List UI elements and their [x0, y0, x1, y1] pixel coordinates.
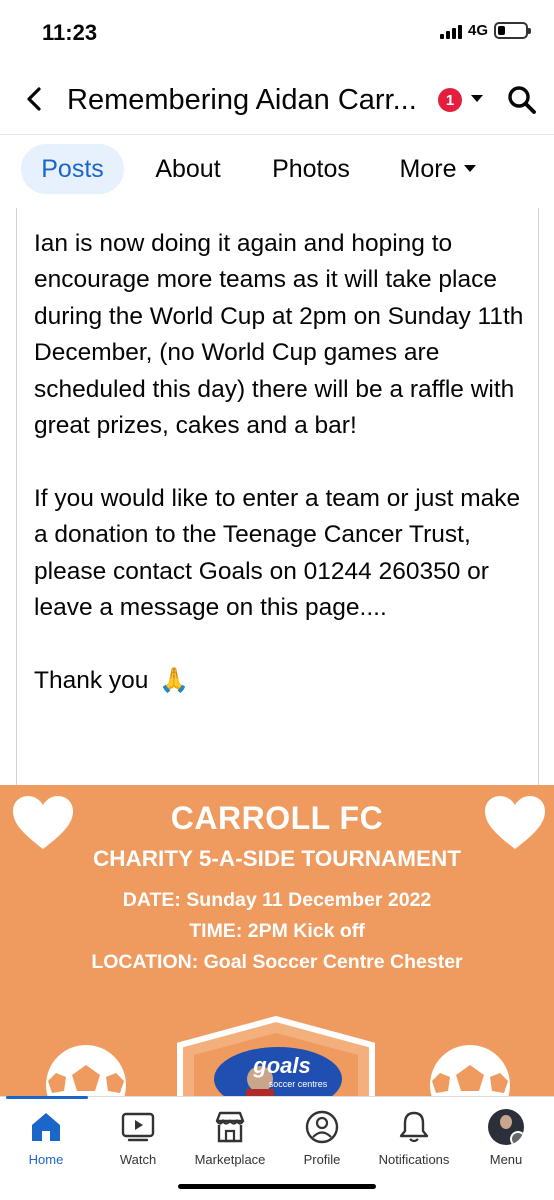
search-icon[interactable] — [506, 84, 538, 116]
goals-logo-icon: goals soccer centres — [214, 1047, 342, 1097]
status-bar: 11:23 4G — [0, 0, 554, 66]
status-time: 11:23 — [42, 20, 98, 45]
network-type: 4G — [467, 22, 488, 39]
nav-menu[interactable]: Menu — [460, 1109, 552, 1167]
header-divider — [0, 134, 554, 135]
active-tab-indicator — [6, 1096, 88, 1099]
status-indicators: 4G — [439, 22, 531, 39]
flyer-subtitle: CHARITY 5-A-SIDE TOURNAMENT — [93, 846, 461, 871]
nav-profile[interactable]: Profile — [276, 1109, 368, 1167]
nav-label: Home — [28, 1152, 64, 1167]
post-card: Ian is now doing it again and hoping to … — [16, 208, 539, 788]
logo-subtext: soccer centres — [269, 1079, 328, 1089]
profile-icon — [305, 1110, 339, 1144]
signal-icon — [439, 23, 462, 39]
flyer-date: DATE: Sunday 11 December 2022 — [122, 889, 432, 911]
back-icon[interactable] — [20, 84, 50, 114]
tab-more[interactable]: More — [390, 144, 486, 194]
tab-about[interactable]: About — [140, 144, 236, 194]
nav-home[interactable]: Home — [0, 1109, 92, 1167]
nav-label: Profile — [303, 1152, 341, 1167]
flyer-location: LOCATION: Goal Soccer Centre Chester — [91, 951, 463, 973]
watch-icon — [121, 1112, 155, 1142]
post-paragraph: Thank you — [34, 666, 149, 694]
nav-label: Marketplace — [194, 1152, 266, 1167]
post-image-flyer[interactable]: CARROLL FC CHARITY 5-A-SIDE TOURNAMENT D… — [0, 785, 554, 1097]
nav-watch[interactable]: Watch — [92, 1109, 184, 1167]
post-paragraph: Ian is now doing it again and hoping to … — [34, 230, 524, 440]
football-icon — [46, 1045, 126, 1097]
nav-marketplace[interactable]: Marketplace — [184, 1109, 276, 1167]
football-icon — [430, 1045, 510, 1097]
battery-level — [498, 26, 505, 35]
caret-down-icon[interactable] — [470, 94, 484, 104]
post-thanks: Thank you 🙏 — [34, 663, 529, 699]
battery-icon — [494, 22, 531, 39]
flyer-title: CARROLL FC — [170, 800, 384, 836]
home-icon — [32, 1113, 60, 1141]
tab-more-label: More — [399, 154, 457, 183]
avatar-menu-icon — [488, 1109, 524, 1145]
caret-down-icon — [464, 165, 477, 172]
nav-label: Notifications — [378, 1152, 450, 1167]
logo-text: goals — [252, 1053, 310, 1078]
nav-notifications[interactable]: Notifications — [368, 1109, 460, 1167]
pray-emoji-icon: 🙏 — [159, 666, 190, 694]
post-paragraph: If you would like to enter a team or jus… — [34, 484, 521, 622]
nav-label: Menu — [489, 1152, 523, 1167]
tab-photos[interactable]: Photos — [258, 144, 364, 194]
page-tabs: Posts About Photos More — [0, 144, 554, 196]
tab-posts[interactable]: Posts — [21, 144, 124, 194]
post-text: Ian is now doing it again and hoping to … — [34, 226, 529, 699]
nav-label: Watch — [119, 1152, 157, 1167]
notification-badge[interactable]: 1 — [438, 88, 462, 112]
home-indicator[interactable] — [178, 1184, 376, 1189]
flyer-time: TIME: 2PM Kick off — [189, 920, 365, 942]
bell-icon — [399, 1111, 429, 1143]
page-header: Remembering Aidan Carr... 1 — [0, 70, 554, 132]
marketplace-icon — [215, 1111, 245, 1143]
page-title[interactable]: Remembering Aidan Carr... — [67, 84, 437, 117]
